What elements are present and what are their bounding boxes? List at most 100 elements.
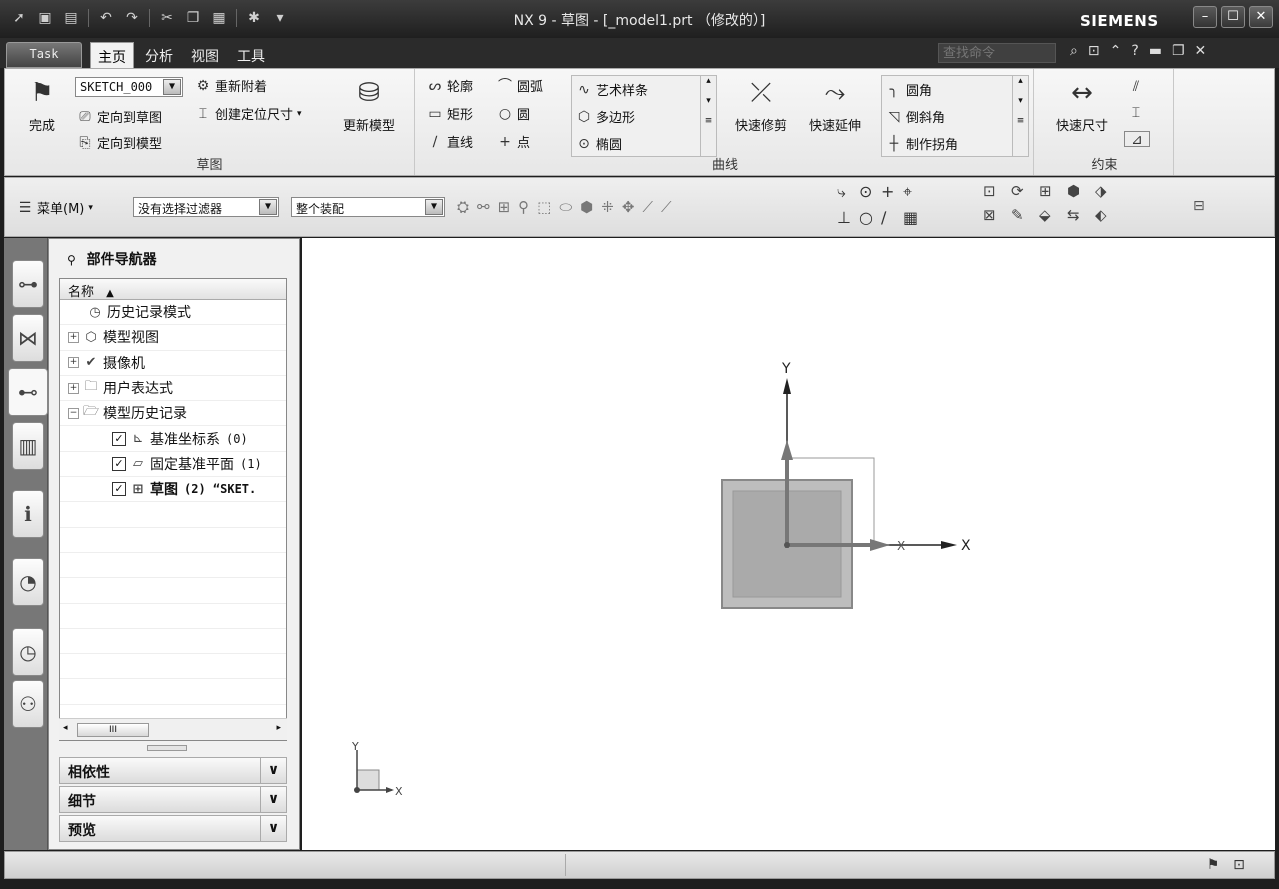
select-connected-icon[interactable]: ⚯ [477,198,490,216]
horizontal-scrollbar[interactable]: ◂ III ▸ [59,718,287,740]
visibility-checkbox[interactable]: ✓ [112,431,126,446]
graphics-window[interactable]: Y X X Y X [302,238,1275,850]
snap-all-icon[interactable]: ⁜ [601,198,614,216]
assembly-navigator-icon[interactable]: ⊶ [12,260,44,308]
tab-home[interactable]: 主页 [90,42,134,68]
reattach-button[interactable]: ⚙ 重新附着 [195,76,267,96]
roles-icon[interactable]: ⚇ [12,680,44,728]
tab-task[interactable]: Task [6,42,82,68]
expand-chevron-icon[interactable]: ∨ [260,758,286,783]
edit-section-icon[interactable]: ✎ [1011,206,1039,224]
search-icon[interactable]: ⌕ [1070,43,1078,59]
tab-analysis[interactable]: 分析 [138,42,180,68]
select-feature-icon[interactable]: ⛭ [457,198,469,216]
pin-icon[interactable]: ⚲ [67,253,76,267]
doc-restore-icon[interactable]: ❐ [1172,43,1185,59]
snap-line-icon[interactable]: ⟋ [642,198,653,216]
render-style-icon[interactable]: ⬢ [1067,182,1095,200]
geometric-constraint-icon[interactable]: ⫽ [1128,79,1144,95]
tree-item-model-history[interactable]: − 🗁 模型历史记录 [60,401,286,427]
snap-point-icon[interactable]: ⌖ [903,182,925,202]
history-icon[interactable]: ◷ [12,628,44,676]
selection-filter-dropdown[interactable]: 没有选择过滤器 ▼ [133,197,279,217]
column-header-name[interactable]: 名称 ▲ [60,279,286,300]
minimize-button[interactable]: – [1193,6,1217,28]
snap-grid-icon[interactable]: ✥ [622,198,635,216]
tree-item-datum-csys[interactable]: ✓ ⊾ 基准坐标系 (0) [60,426,286,452]
snap-center-icon[interactable]: ⊙ [859,182,881,202]
sketch-name-dropdown[interactable]: SKETCH_000 ▼ [75,77,183,97]
reuse-library-icon[interactable]: ▥ [12,422,44,470]
update-model-button[interactable]: ⛁ 更新模型 [337,77,401,134]
snap-quadrant-icon[interactable]: ○ [859,208,881,227]
layer-icon[interactable]: ⬙ [1039,206,1067,224]
details-panel-header[interactable]: 细节 ∨ [59,786,287,813]
origin-point[interactable] [784,542,790,548]
orient-to-sketch-button[interactable]: ⎚ 定向到草图 [77,107,162,127]
polygon-button[interactable]: ⬡ 多边形 [576,107,635,127]
snap-end-icon[interactable]: ⤷ [837,182,859,202]
select-faces-icon[interactable]: ⬭ [559,198,572,216]
tree-item-user-expressions[interactable]: + 🗀 用户表达式 [60,376,286,402]
web-browser-icon[interactable]: ℹ [12,490,44,538]
snap-line-end-icon[interactable]: ⟋ [661,198,672,216]
tree-item-history-mode[interactable]: ◷ 历史记录模式 [60,300,286,326]
scroll-right-icon[interactable]: ▸ [276,723,281,733]
help-icon[interactable]: ? [1131,43,1138,59]
constraint-navigator-icon[interactable]: ⋈ [12,314,44,362]
zoom-window-icon[interactable]: ⊠ [983,206,1011,224]
line-button[interactable]: ∕ 直线 [427,132,473,152]
scroll-left-icon[interactable]: ◂ [63,723,68,733]
visibility-checkbox[interactable]: ✓ [112,456,126,471]
full-screen-icon[interactable]: ⊡ [1231,857,1247,873]
display-constraints-icon[interactable]: ⊿ [1124,131,1150,148]
collapse-icon[interactable]: − [68,407,79,419]
collapse-ribbon-icon[interactable]: ⌃ [1110,43,1122,59]
studio-spline-button[interactable]: ∿ 艺术样条 [576,80,648,100]
tab-tools[interactable]: 工具 [230,42,272,68]
edit-object-icon[interactable]: ⬖ [1095,206,1123,224]
selection-scope-dropdown[interactable]: 整个装配 ▼ [291,197,445,217]
arc-button[interactable]: ⌒ 圆弧 [497,76,543,96]
tree-item-cameras[interactable]: + ✔ 摄像机 [60,351,286,376]
fit-window-icon[interactable]: ⊡ [1088,43,1100,59]
rotate-view-icon[interactable]: ⟳ [1011,182,1039,200]
make-corner-button[interactable]: ┼ 制作拐角 [886,134,958,154]
snap-midpoint-icon[interactable]: ∕ [881,208,903,227]
orient-view-icon[interactable]: ⊞ [1039,182,1067,200]
splitter-handle[interactable] [147,745,187,751]
tab-view[interactable]: 视图 [184,42,226,68]
finish-sketch-button[interactable]: ⚑ 完成 [19,77,65,134]
snap-perp-icon[interactable]: ⊥ [837,208,859,227]
doc-close-icon[interactable]: ✕ [1195,43,1207,59]
scrollbar-thumb[interactable]: III [77,723,149,737]
maximize-button[interactable]: ☐ [1221,6,1245,28]
expand-icon[interactable]: + [68,331,79,343]
snap-face-icon[interactable]: ▦ [903,208,925,227]
gallery-scrollbar[interactable]: ▴ ▾ ≡ [1012,76,1028,156]
tree-item-model-views[interactable]: + ⬡ 模型视图 [60,325,286,351]
deselect-icon[interactable]: ⚲ [518,198,529,216]
ellipse-button[interactable]: ⊙ 椭圆 [576,134,622,154]
create-positioning-dimension-button[interactable]: ⌶ 创建定位尺寸 ▾ [195,104,302,124]
part-navigator-icon[interactable]: ⊷ [8,368,48,416]
command-search-input[interactable] [938,43,1056,63]
clip-section-icon[interactable]: ⬗ [1095,182,1123,200]
history-palette-icon[interactable]: ◔ [12,558,44,606]
rapid-dimension-button[interactable]: ↔ 快速尺寸 [1048,77,1116,134]
circle-button[interactable]: ○ 圆 [497,104,530,124]
menu-button[interactable]: ☰ 菜单(M) ▾ [17,198,93,218]
rectangle-button[interactable]: ▭ 矩形 [427,104,473,124]
quick-extend-button[interactable]: ⤳ 快速延伸 [803,77,867,134]
measure-distance-icon[interactable]: ⊟ [1193,198,1205,214]
status-flag-icon[interactable]: ⚑ [1205,857,1221,873]
chamfer-button[interactable]: ◹ 倒斜角 [886,107,945,127]
preview-panel-header[interactable]: 预览 ∨ [59,815,287,842]
quick-trim-button[interactable]: ⤫ 快速修剪 [729,77,793,134]
fully-constrained-icon[interactable]: ⌶ [1128,105,1144,121]
select-body-icon[interactable]: ⬢ [580,198,593,216]
fillet-button[interactable]: ╮ 圆角 [886,80,932,100]
rectangle-select-icon[interactable]: ⬚ [537,198,551,216]
close-button[interactable]: ✕ [1249,6,1273,28]
expand-chevron-icon[interactable]: ∨ [260,816,286,841]
